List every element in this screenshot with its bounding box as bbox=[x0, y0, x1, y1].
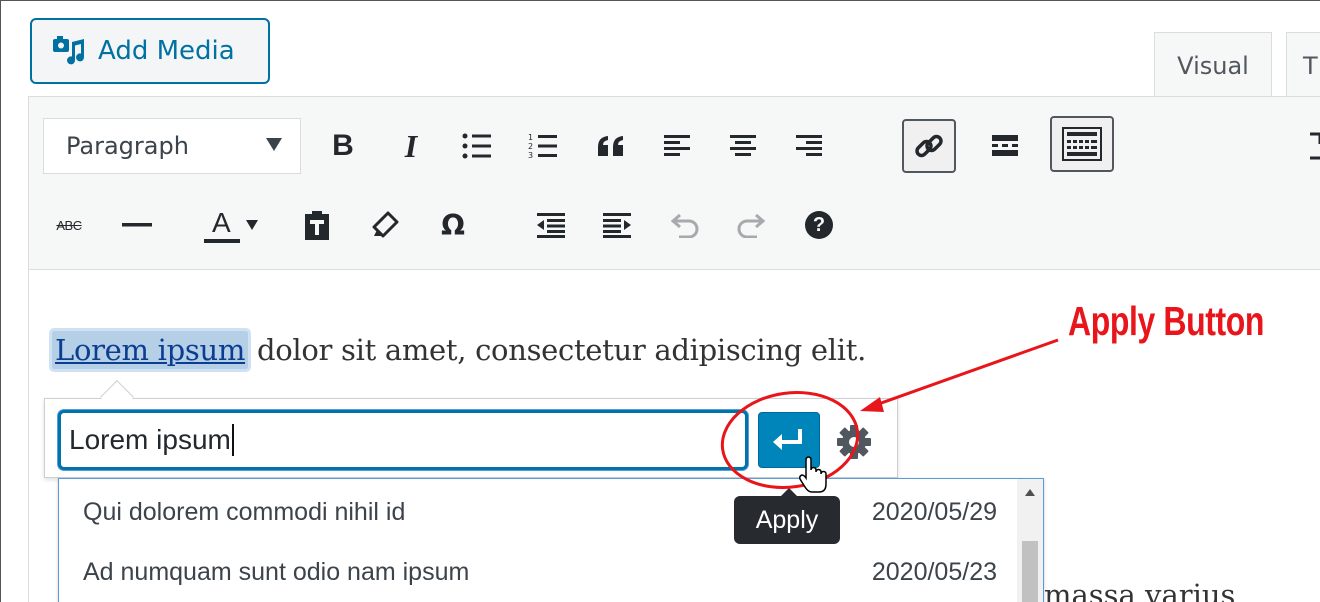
horizontal-line-icon bbox=[122, 223, 152, 227]
read-more-icon bbox=[992, 135, 1018, 156]
clear-formatting-button[interactable] bbox=[360, 200, 410, 250]
suggestion-title: Qui dolorem commodi nihil id bbox=[83, 497, 406, 526]
bold-button[interactable]: B bbox=[318, 121, 368, 171]
toolbar-toggle-icon bbox=[1062, 127, 1102, 161]
link-url-value: Lorem ipsum bbox=[69, 424, 231, 455]
special-character-button[interactable]: Ω bbox=[428, 200, 478, 250]
tab-visual-label: Visual bbox=[1177, 51, 1249, 80]
media-icon bbox=[53, 36, 85, 65]
suggestion-date: 2020/05/23 bbox=[871, 557, 997, 586]
numbered-list-button[interactable]: 123 bbox=[518, 121, 568, 171]
link-icon bbox=[915, 134, 943, 158]
special-character-icon: Ω bbox=[441, 208, 465, 242]
svg-text:2: 2 bbox=[528, 142, 533, 151]
align-left-button[interactable] bbox=[652, 121, 702, 171]
fullscreen-icon bbox=[1310, 132, 1320, 160]
strikethrough-button[interactable]: ABC bbox=[44, 200, 94, 250]
undo-icon bbox=[671, 213, 699, 238]
increase-indent-button[interactable] bbox=[592, 200, 642, 250]
format-select[interactable]: Paragraph bbox=[43, 118, 301, 174]
selected-link-text: Lorem ipsum bbox=[48, 328, 252, 372]
redo-button[interactable] bbox=[726, 200, 776, 250]
align-right-icon bbox=[796, 135, 822, 156]
gear-icon[interactable] bbox=[832, 420, 876, 464]
format-select-value: Paragraph bbox=[66, 132, 189, 160]
italic-icon: I bbox=[404, 127, 418, 164]
text-cursor bbox=[231, 424, 234, 456]
tab-text[interactable]: T bbox=[1286, 32, 1320, 98]
strikethrough-icon: ABC bbox=[56, 217, 82, 233]
paste-as-text-icon bbox=[305, 211, 329, 240]
scroll-up-icon[interactable] bbox=[1025, 489, 1035, 496]
fullscreen-button[interactable] bbox=[1296, 121, 1320, 171]
blockquote-icon bbox=[598, 136, 623, 156]
tab-text-label: T bbox=[1303, 51, 1318, 80]
bulleted-list-button[interactable] bbox=[452, 121, 502, 171]
content-paragraph: Lorem ipsum dolor sit amet, consectetur … bbox=[48, 328, 866, 372]
list-item[interactable]: Qui dolorem commodi nihil id 2020/05/29 bbox=[59, 483, 1019, 541]
add-media-label: Add Media bbox=[98, 36, 235, 66]
bold-icon: B bbox=[332, 129, 354, 162]
link-url-input[interactable]: Lorem ipsum bbox=[58, 410, 748, 470]
toolbar-toggle-button[interactable] bbox=[1050, 116, 1114, 172]
decrease-indent-button[interactable] bbox=[526, 200, 576, 250]
link-button[interactable] bbox=[902, 119, 956, 173]
add-media-button[interactable]: Add Media bbox=[30, 18, 270, 84]
list-item[interactable]: Ad numquam sunt odio nam ipsum 2020/05/2… bbox=[59, 543, 1019, 601]
svg-text:1: 1 bbox=[528, 133, 533, 142]
suggestion-title: Ad numquam sunt odio nam ipsum bbox=[83, 557, 470, 586]
text-color-swatch bbox=[204, 239, 240, 243]
chevron-down-icon bbox=[246, 220, 258, 230]
increase-indent-icon bbox=[603, 213, 631, 238]
tooltip-pointer bbox=[781, 488, 797, 496]
tab-visual[interactable]: Visual bbox=[1154, 32, 1272, 98]
enter-icon bbox=[773, 429, 802, 450]
paragraph-text: dolor sit amet, consectetur adipiscing e… bbox=[248, 333, 866, 367]
horizontal-line-button[interactable] bbox=[112, 200, 162, 250]
scrollbar-thumb[interactable] bbox=[1022, 541, 1038, 602]
bulleted-list-icon bbox=[462, 133, 491, 159]
undo-button[interactable] bbox=[660, 200, 710, 250]
blockquote-button[interactable] bbox=[586, 121, 636, 171]
align-right-button[interactable] bbox=[784, 121, 834, 171]
apply-tooltip: Apply bbox=[734, 488, 840, 544]
clear-formatting-icon bbox=[372, 211, 399, 238]
text-color-icon: A bbox=[204, 205, 240, 245]
text-color-button[interactable]: A bbox=[196, 200, 266, 250]
italic-button[interactable]: I bbox=[386, 121, 436, 171]
help-icon: ? bbox=[805, 211, 833, 239]
apply-button[interactable] bbox=[758, 412, 820, 468]
decrease-indent-icon bbox=[537, 213, 565, 238]
help-button[interactable]: ? bbox=[794, 200, 844, 250]
read-more-button[interactable] bbox=[980, 121, 1030, 171]
align-center-button[interactable] bbox=[718, 121, 768, 171]
align-left-icon bbox=[664, 135, 690, 156]
link-suggestions-list: Qui dolorem commodi nihil id 2020/05/29 … bbox=[58, 478, 1044, 602]
chevron-down-icon bbox=[266, 138, 282, 151]
partial-content-text: massa varius bbox=[1044, 578, 1236, 602]
tooltip-label: Apply bbox=[755, 505, 819, 534]
redo-icon bbox=[737, 213, 765, 238]
annotation-label: Apply Button bbox=[1068, 298, 1265, 344]
svg-text:3: 3 bbox=[528, 151, 533, 160]
text-color-letter: A bbox=[212, 207, 231, 238]
suggestion-date: 2020/05/29 bbox=[871, 497, 997, 526]
align-center-icon bbox=[730, 135, 756, 156]
numbered-list-icon: 123 bbox=[528, 133, 557, 160]
scrollbar[interactable] bbox=[1017, 479, 1043, 602]
paste-as-text-button[interactable] bbox=[292, 200, 342, 250]
